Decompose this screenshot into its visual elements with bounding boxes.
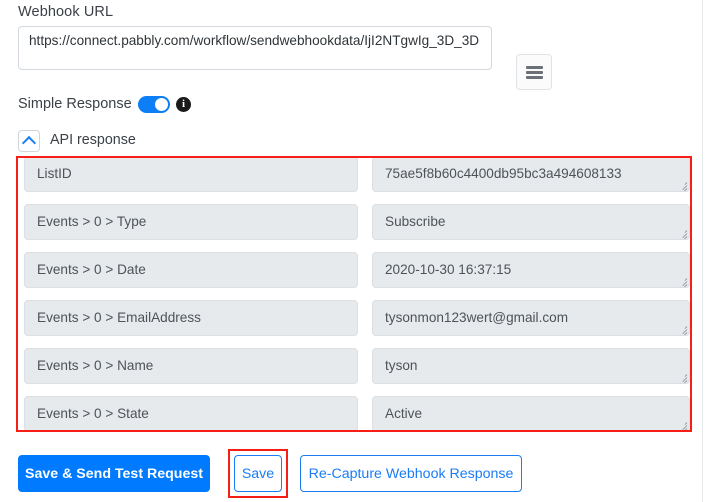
resize-handle-icon[interactable] <box>678 421 688 431</box>
webhook-url-menu-button[interactable] <box>516 54 552 90</box>
webhook-url-label: Webhook URL <box>18 4 114 20</box>
resize-handle-icon[interactable] <box>678 277 688 287</box>
api-response-collapse-button[interactable] <box>18 130 40 152</box>
api-response-field-row: Events > 0 > State Active <box>16 396 692 432</box>
chevron-up-icon <box>21 135 37 150</box>
info-icon[interactable]: i <box>176 97 191 112</box>
field-key-input[interactable]: Events > 0 > Name <box>24 348 358 384</box>
field-key-input[interactable]: Events > 0 > State <box>24 396 358 432</box>
field-key-input[interactable]: ListID <box>24 156 358 192</box>
page-gutter <box>704 0 726 502</box>
api-response-field-row: ListID 75ae5f8b60c4400db95bc3a494608133 <box>16 156 692 204</box>
webhook-url-input[interactable] <box>18 26 492 70</box>
field-key-input[interactable]: Events > 0 > Type <box>24 204 358 240</box>
resize-handle-icon[interactable] <box>678 373 688 383</box>
field-value-textarea[interactable]: tysonmon123wert@gmail.com <box>372 300 690 336</box>
api-response-field-row: Events > 0 > Date 2020-10-30 16:37:15 <box>16 252 692 300</box>
webhook-url-row <box>18 26 552 90</box>
api-response-field-row: Events > 0 > Name tyson <box>16 348 692 396</box>
toggle-knob <box>155 98 168 111</box>
simple-response-toggle[interactable] <box>138 96 170 113</box>
api-response-field-row: Events > 0 > Type Subscribe <box>16 204 692 252</box>
simple-response-label: Simple Response <box>18 96 132 112</box>
api-response-field-list: ListID 75ae5f8b60c4400db95bc3a494608133 Ev… <box>16 156 692 432</box>
resize-handle-icon[interactable] <box>678 181 688 191</box>
field-value-textarea[interactable]: Active <box>372 396 690 432</box>
field-value-textarea[interactable]: Subscribe <box>372 204 690 240</box>
recapture-webhook-response-button[interactable]: Re-Capture Webhook Response <box>300 455 522 492</box>
webhook-settings-panel: Webhook URL Simple Response i API respon… <box>0 0 703 502</box>
api-response-field-row: Events > 0 > EmailAddress tysonmon123wert… <box>16 300 692 348</box>
field-value-textarea[interactable]: 2020-10-30 16:37:15 <box>372 252 690 288</box>
field-key-input[interactable]: Events > 0 > Date <box>24 252 358 288</box>
save-button[interactable]: Save <box>234 455 282 492</box>
resize-handle-icon[interactable] <box>678 325 688 335</box>
api-response-title: API response <box>50 132 136 148</box>
field-value-textarea[interactable]: 75ae5f8b60c4400db95bc3a494608133 <box>372 156 690 192</box>
save-and-send-test-request-button[interactable]: Save & Send Test Request <box>18 455 210 492</box>
hamburger-menu-icon <box>525 65 543 79</box>
resize-handle-icon[interactable] <box>678 229 688 239</box>
field-key-input[interactable]: Events > 0 > EmailAddress <box>24 300 358 336</box>
field-value-textarea[interactable]: tyson <box>372 348 690 384</box>
